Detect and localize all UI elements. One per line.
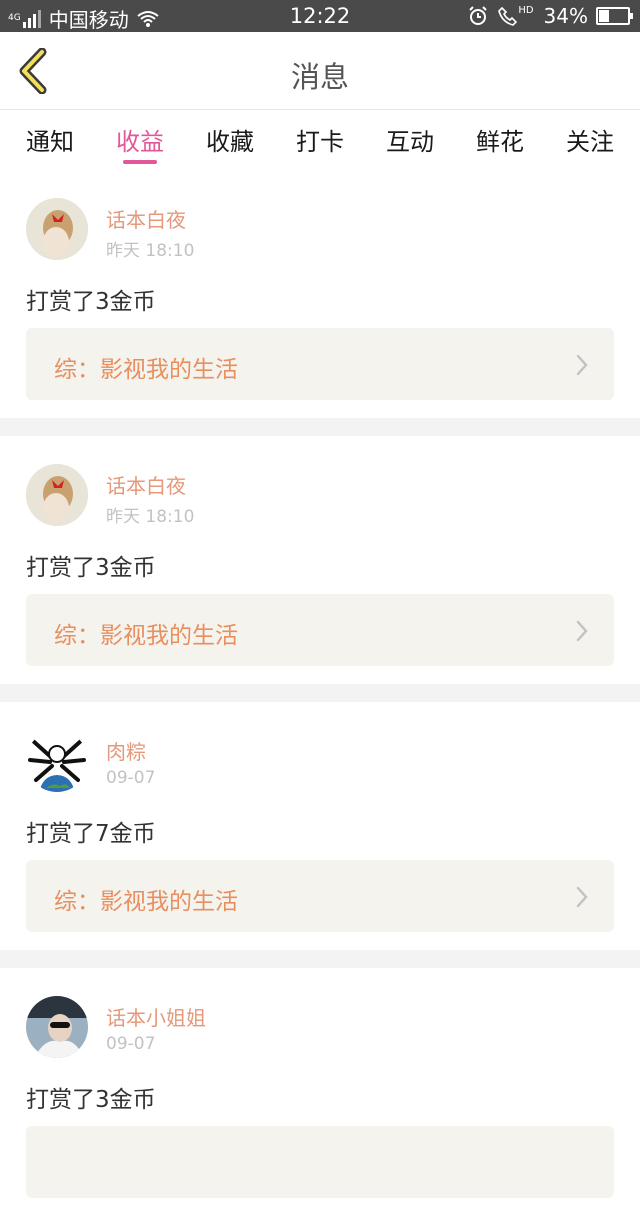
tab-label: 打卡 [296, 128, 344, 156]
status-right: HD 34% [468, 4, 633, 28]
tab-label: 鲜花 [476, 128, 524, 156]
message-card: 话本小姐姐 09-07 打赏了3金币 [0, 968, 640, 1216]
tab-label: 互动 [386, 128, 434, 156]
message-text: 打赏了3金币 [26, 555, 156, 581]
book-link[interactable] [26, 1126, 614, 1198]
user-name[interactable]: 话本白夜 [106, 470, 186, 499]
user-name[interactable]: 话本小姐姐 [106, 1002, 206, 1031]
alarm-icon [469, 6, 488, 25]
avatar[interactable] [26, 996, 88, 1058]
tab-label: 关注 [566, 128, 614, 156]
book-link[interactable]: 综：影视我的生活 [26, 328, 614, 400]
tab-label: 收藏 [206, 128, 254, 156]
call-hd-icon: HD [498, 5, 534, 26]
message-card: 话本白夜 昨天 18:10 打赏了3金币 综：影视我的生活 [0, 436, 640, 684]
battery-percent: 34% [543, 4, 588, 28]
tab-earnings[interactable]: 收益 [116, 110, 164, 170]
tab-follow[interactable]: 关注 [566, 110, 614, 170]
chevron-right-icon [576, 886, 588, 908]
timestamp: 昨天 18:10 [106, 507, 195, 527]
timestamp: 昨天 18:10 [106, 241, 195, 261]
book-link[interactable]: 综：影视我的生活 [26, 860, 614, 932]
tab-notifications[interactable]: 通知 [26, 110, 74, 170]
message-text: 打赏了7金币 [26, 821, 156, 847]
avatar[interactable] [26, 198, 88, 260]
tab-flowers[interactable]: 鲜花 [476, 110, 524, 170]
book-title: 综：影视我的生活 [54, 623, 238, 649]
tab-interaction[interactable]: 互动 [386, 110, 434, 170]
hd-label: HD [518, 5, 534, 16]
battery-fill [599, 10, 609, 22]
message-text: 打赏了3金币 [26, 1087, 156, 1113]
tab-label: 收益 [116, 128, 164, 156]
page-title: 消息 [290, 60, 349, 94]
avatar[interactable] [26, 464, 88, 526]
book-title: 综：影视我的生活 [54, 889, 238, 915]
book-link[interactable]: 综：影视我的生活 [26, 594, 614, 666]
user-name[interactable]: 肉粽 [106, 736, 146, 765]
timestamp: 09-07 [106, 768, 156, 788]
message-text: 打赏了3金币 [26, 289, 156, 315]
book-title: 综：影视我的生活 [54, 357, 238, 383]
status-bar: 4G 中国移动 12:22 HD 34% [0, 0, 640, 32]
divider [0, 684, 640, 702]
message-card: 话本白夜 昨天 18:10 打赏了3金币 综：影视我的生活 [0, 170, 640, 418]
tab-checkin[interactable]: 打卡 [296, 110, 344, 170]
chevron-right-icon [576, 354, 588, 376]
timestamp: 09-07 [106, 1034, 156, 1054]
user-name[interactable]: 话本白夜 [106, 204, 186, 233]
avatar[interactable] [26, 730, 88, 792]
tab-favorites[interactable]: 收藏 [206, 110, 254, 170]
tab-bar: 通知 收益 收藏 打卡 互动 鲜花 关注 [0, 110, 640, 170]
divider [0, 950, 640, 968]
active-tab-indicator [123, 160, 157, 164]
nav-bar: 消息 [0, 32, 640, 110]
message-list: 话本白夜 昨天 18:10 打赏了3金币 综：影视我的生活 话本白夜 昨天 18… [0, 170, 640, 1216]
message-card: 肉粽 09-07 打赏了7金币 综：影视我的生活 [0, 702, 640, 950]
battery-icon [596, 7, 633, 25]
tab-label: 通知 [26, 128, 74, 156]
chevron-right-icon [576, 620, 588, 642]
divider [0, 418, 640, 436]
